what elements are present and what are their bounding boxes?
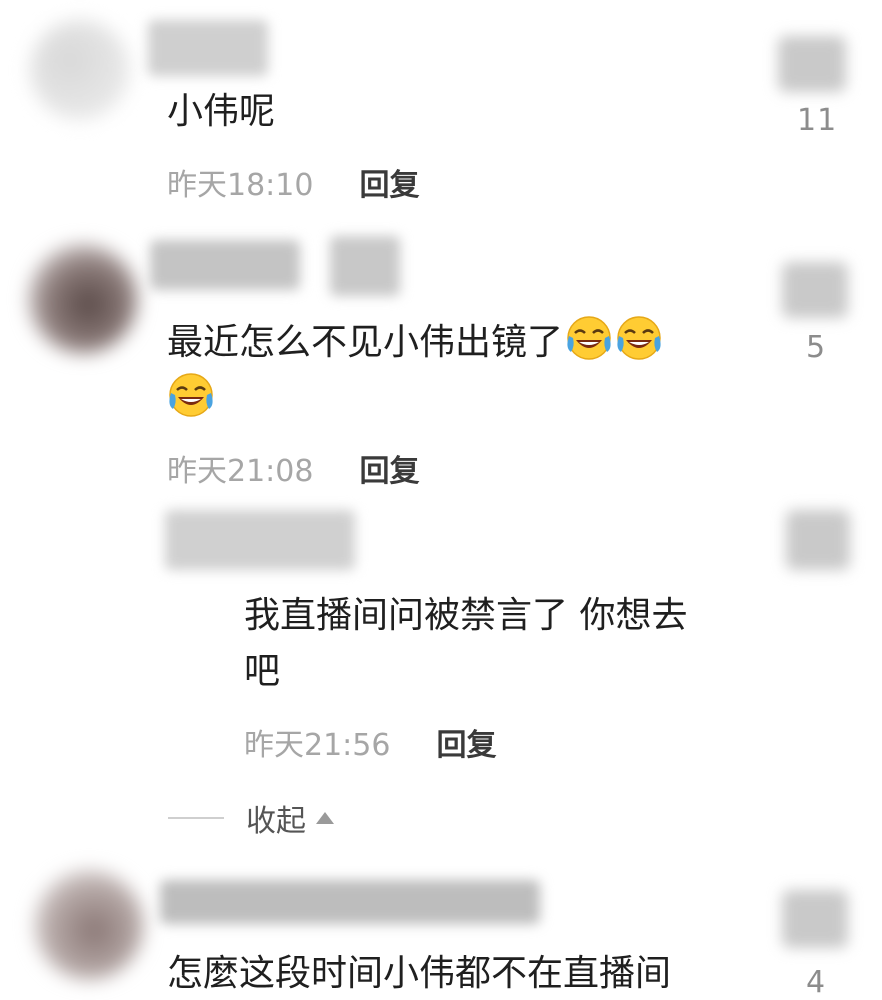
username[interactable] [160,880,540,924]
like-count: 11 [797,103,838,138]
divider [168,817,224,819]
reply-username[interactable] [165,510,355,570]
avatar[interactable] [28,244,138,354]
user-badge [330,236,400,296]
comment-text-content: 最近怎么不见小伟出镜了 [167,322,564,363]
reply-meta: 昨天21:56 回复 [244,720,496,764]
avatar[interactable] [30,20,130,120]
reply-text-line2: 吧 [244,651,281,692]
collapse-label: 收起 [246,804,306,839]
username[interactable] [150,240,300,290]
comment-text: 怎麼这段时间小伟都不在直播间 [167,953,672,994]
comment-time: 昨天18:10 [167,168,314,203]
reply-time: 昨天21:56 [244,728,391,763]
reply-text-line1: 我直播间问被禁言了 你想去 [244,595,688,636]
like-icon[interactable] [782,890,848,948]
like-count: 5 [806,330,827,365]
username[interactable] [148,20,268,76]
comment-meta: 昨天18:10 回复 [167,160,419,204]
reply-text: 我直播间问被禁言了 你想去 吧 [244,588,764,700]
collapse-replies-button[interactable]: 收起 [168,796,334,840]
like-icon[interactable] [778,36,846,92]
avatar[interactable] [34,870,144,980]
laugh-cry-emoji [169,373,213,417]
reply-button[interactable]: 回复 [359,160,419,204]
comment-text: 最近怎么不见小伟出镜了 [167,314,747,428]
laugh-cry-emoji [617,316,661,360]
reply-button[interactable]: 回复 [436,720,496,764]
like-count: 4 [806,965,827,1000]
caret-up-icon [316,812,334,824]
like-icon[interactable] [786,510,850,570]
comment-meta: 昨天21:08 回复 [167,446,419,490]
reply-button[interactable]: 回复 [359,446,419,490]
laugh-cry-emoji [567,316,611,360]
comment-time: 昨天21:08 [167,454,314,489]
comment-text: 小伟呢 [167,91,276,132]
like-icon[interactable] [782,262,848,318]
